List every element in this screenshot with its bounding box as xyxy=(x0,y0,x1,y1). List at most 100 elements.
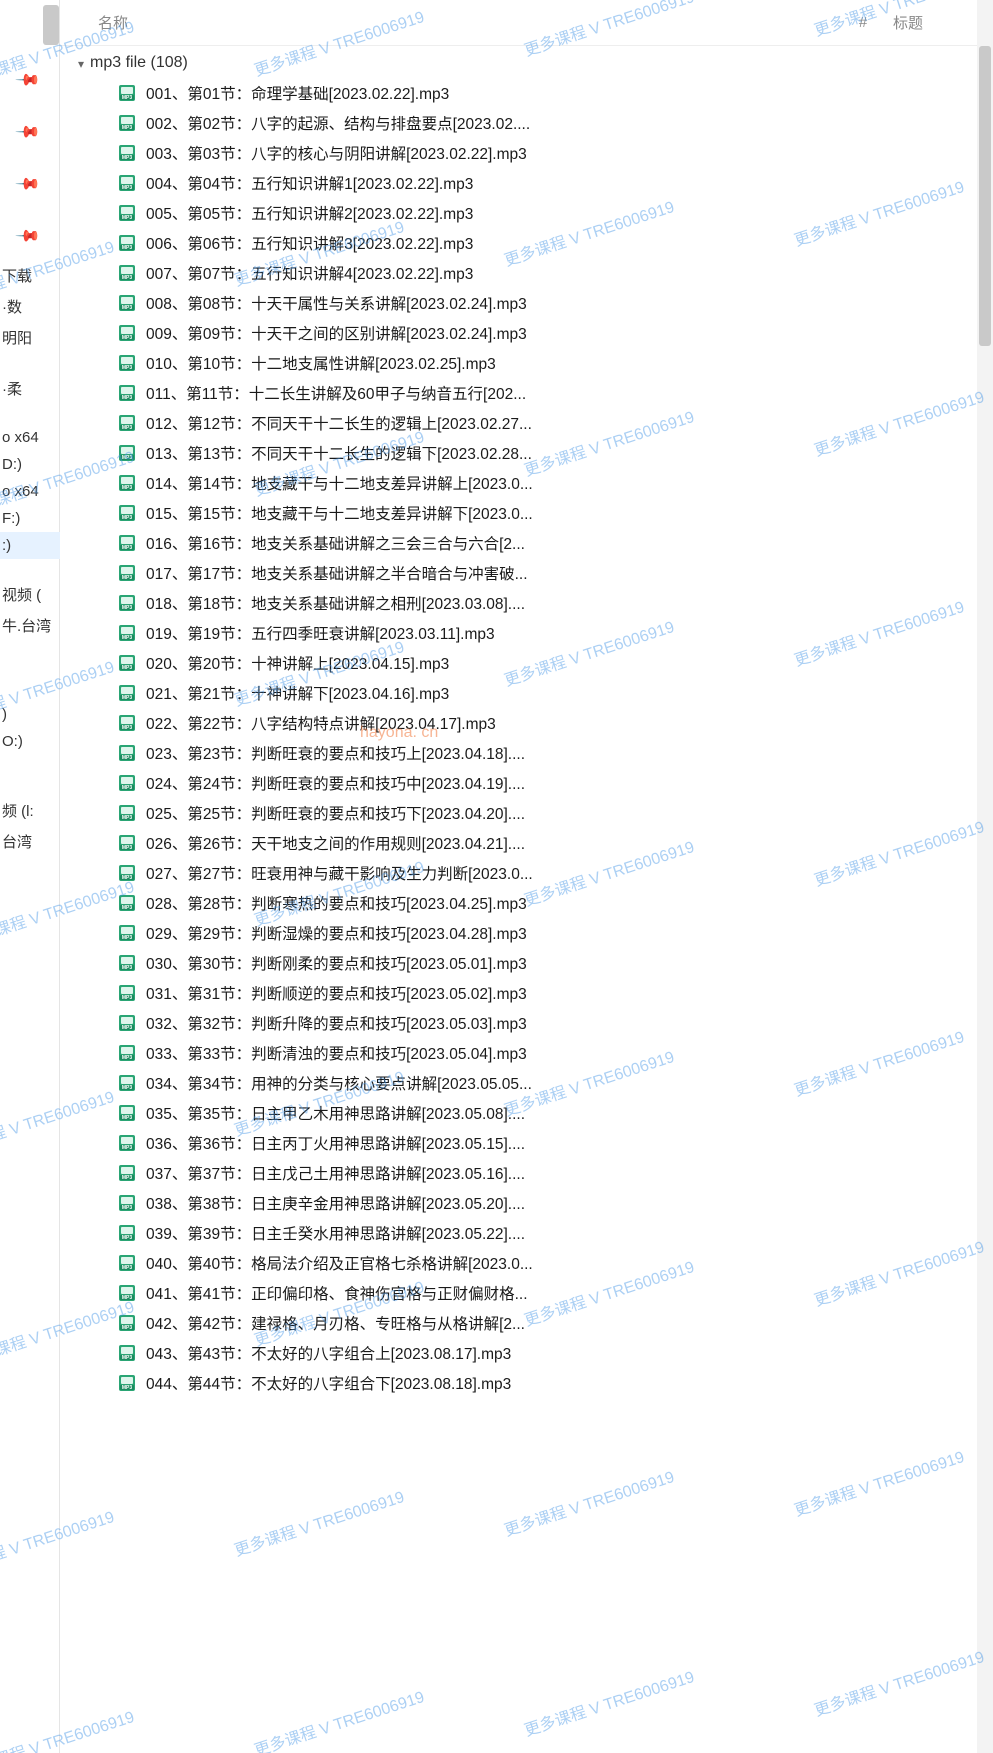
file-row[interactable]: MP3014、第14节：地支藏干与十二地支差异讲解上[2023.0... xyxy=(60,468,993,498)
mp3-file-icon: MP3 xyxy=(118,534,136,552)
file-row[interactable]: MP3019、第19节：五行四季旺衰讲解[2023.03.11].mp3 xyxy=(60,618,993,648)
file-name: 022、第22节：八字结构特点讲解[2023.04.17].mp3 xyxy=(146,712,496,734)
sidebar-item xyxy=(0,641,60,661)
file-row[interactable]: MP3016、第16节：地支关系基础讲解之三会三合与六合[2... xyxy=(60,528,993,558)
sidebar-item[interactable]: ·数 xyxy=(0,291,60,322)
mp3-file-icon: MP3 xyxy=(118,804,136,822)
sidebar-scrollbar-thumb[interactable] xyxy=(43,5,59,45)
file-name: 003、第03节：八字的核心与阴阳讲解[2023.02.22].mp3 xyxy=(146,142,527,164)
sidebar-item[interactable]: F:) xyxy=(0,505,60,532)
file-row[interactable]: MP3042、第42节：建禄格、月刃格、专旺格与从格讲解[2... xyxy=(60,1308,993,1338)
file-row[interactable]: MP3032、第32节：判断升降的要点和技巧[2023.05.03].mp3 xyxy=(60,1008,993,1038)
file-row[interactable]: MP3031、第31节：判断顺逆的要点和技巧[2023.05.02].mp3 xyxy=(60,978,993,1008)
vertical-scrollbar[interactable] xyxy=(977,0,993,1753)
svg-text:MP3: MP3 xyxy=(122,755,133,761)
sidebar-item[interactable]: D:) xyxy=(0,451,60,478)
file-row[interactable]: MP3 038、第38节：日主庚辛金用神思路讲解[2023.05.20].... xyxy=(60,1188,993,1218)
sidebar-item[interactable]: 牛.台湾 xyxy=(0,610,60,641)
scrollbar-thumb[interactable] xyxy=(979,46,991,346)
mp3-file-icon: MP3 xyxy=(118,714,136,732)
file-row[interactable]: MP3 022、第22节：八字结构特点讲解[2023.04.17].mp3 xyxy=(60,708,993,738)
file-row[interactable]: MP3034、第34节：用神的分类与核心要点讲解[2023.05.05... xyxy=(60,1068,993,1098)
svg-text:MP3: MP3 xyxy=(122,215,133,221)
sidebar-item[interactable]: 下载 xyxy=(0,260,60,291)
sidebar-item[interactable]: 视频 ( xyxy=(0,579,60,610)
col-name[interactable]: 名称 xyxy=(98,12,833,33)
mp3-file-icon: MP3 xyxy=(118,1134,136,1152)
sidebar-item[interactable]: O:) xyxy=(0,728,60,755)
file-row[interactable]: MP3012、第12节：不同天干十二长生的逻辑上[2023.02.27... xyxy=(60,408,993,438)
col-hash[interactable]: # xyxy=(833,14,893,31)
mp3-file-icon: MP3 xyxy=(118,894,136,912)
file-row[interactable]: MP3018、第18节：地支关系基础讲解之相刑[2023.03.08].... xyxy=(60,588,993,618)
file-row[interactable]: MP3007、第07节：五行知识讲解4[2023.02.22].mp3 xyxy=(60,258,993,288)
file-row[interactable]: MP3011、第11节：十二长生讲解及60甲子与纳音五行[202... xyxy=(60,378,993,408)
svg-text:MP3: MP3 xyxy=(122,1205,133,1211)
file-row[interactable]: MP3004、第04节：五行知识讲解1[2023.02.22].mp3 xyxy=(60,168,993,198)
sidebar-item[interactable]: 明阳 xyxy=(0,322,60,353)
file-row[interactable]: MP3039、第39节：日主壬癸水用神思路讲解[2023.05.22].... xyxy=(60,1218,993,1248)
file-row[interactable]: MP3041、第41节：正印偏印格、食神伤官格与正财偏财格... xyxy=(60,1278,993,1308)
svg-text:MP3: MP3 xyxy=(122,725,133,731)
file-name: 008、第08节：十天干属性与关系讲解[2023.02.24].mp3 xyxy=(146,292,527,314)
svg-text:MP3: MP3 xyxy=(122,1265,133,1271)
file-row[interactable]: MP3036、第36节：日主丙丁火用神思路讲解[2023.05.15].... xyxy=(60,1128,993,1158)
file-name: 024、第24节：判断旺衰的要点和技巧中[2023.04.19].... xyxy=(146,772,525,794)
file-name: 017、第17节：地支关系基础讲解之半合暗合与冲害破... xyxy=(146,562,528,584)
file-row[interactable]: MP3030、第30节：判断刚柔的要点和技巧[2023.05.01].mp3 xyxy=(60,948,993,978)
mp3-file-icon: MP3 xyxy=(118,234,136,252)
main-panel: 名称 # 标题 ▾ mp3 file (108) MP3001、第01节：命理学… xyxy=(60,0,993,1753)
file-row[interactable]: MP3035、第35节：日主甲乙木用神思路讲解[2023.05.08].... xyxy=(60,1098,993,1128)
sidebar-item[interactable]: 台湾 xyxy=(0,826,60,857)
file-row[interactable]: MP3027、第27节：旺衰用神与藏干影响及生力判断[2023.0... xyxy=(60,858,993,888)
sidebar-item[interactable]: :) xyxy=(0,532,60,559)
file-name: 044、第44节：不太好的八字组合下[2023.08.18].mp3 xyxy=(146,1372,511,1394)
folder-row[interactable]: ▾ mp3 file (108) xyxy=(60,50,993,78)
file-row[interactable]: MP3017、第17节：地支关系基础讲解之半合暗合与冲害破... xyxy=(60,558,993,588)
file-row[interactable]: MP3001、第01节：命理学基础[2023.02.22].mp3 xyxy=(60,78,993,108)
chevron-down-icon[interactable]: ▾ xyxy=(78,57,84,71)
file-row[interactable]: MP3020、第20节：十神讲解上[2023.04.15].mp3 xyxy=(60,648,993,678)
file-row[interactable]: MP3015、第15节：地支藏干与十二地支差异讲解下[2023.0... xyxy=(60,498,993,528)
file-row[interactable]: MP3003、第03节：八字的核心与阴阳讲解[2023.02.22].mp3 xyxy=(60,138,993,168)
file-row[interactable]: MP3006、第06节：五行知识讲解3[2023.02.22].mp3 xyxy=(60,228,993,258)
sidebar-tree-fragments: 下载·数明阳·柔o x64D:)o x64F:):)视频 (牛.台湾)O:)频 … xyxy=(0,260,60,857)
file-name: 026、第26节：天干地支之间的作用规则[2023.04.21].... xyxy=(146,832,525,854)
mp3-file-icon: MP3 xyxy=(118,84,136,102)
file-row[interactable]: MP3028、第28节：判断寒热的要点和技巧[2023.04.25].mp3 xyxy=(60,888,993,918)
svg-text:MP3: MP3 xyxy=(122,1175,133,1181)
file-row[interactable]: MP3029、第29节：判断湿燥的要点和技巧[2023.04.28].mp3 xyxy=(60,918,993,948)
file-row[interactable]: MP3002、第02节：八字的起源、结构与排盘要点[2023.02.... xyxy=(60,108,993,138)
file-row[interactable]: MP3021、第21节：十神讲解下[2023.04.16].mp3 xyxy=(60,678,993,708)
sidebar-item[interactable]: ·柔 xyxy=(0,373,60,404)
sidebar-item xyxy=(0,775,60,795)
file-row[interactable]: MP3010、第10节：十二地支属性讲解[2023.02.25].mp3 xyxy=(60,348,993,378)
file-row[interactable]: MP3037、第37节：日主戊己土用神思路讲解[2023.05.16].... xyxy=(60,1158,993,1188)
file-name: 038、第38节：日主庚辛金用神思路讲解[2023.05.20].... xyxy=(146,1192,525,1214)
file-row[interactable]: MP3025、第25节：判断旺衰的要点和技巧下[2023.04.20].... xyxy=(60,798,993,828)
mp3-file-icon: MP3 xyxy=(118,414,136,432)
file-row[interactable]: MP3024、第24节：判断旺衰的要点和技巧中[2023.04.19].... xyxy=(60,768,993,798)
sidebar-item[interactable]: 频 (l: xyxy=(0,795,60,826)
file-row[interactable]: MP3008、第08节：十天干属性与关系讲解[2023.02.24].mp3 xyxy=(60,288,993,318)
file-row[interactable]: MP3043、第43节：不太好的八字组合上[2023.08.17].mp3 xyxy=(60,1338,993,1368)
file-row[interactable]: MP3013、第13节：不同天干十二长生的逻辑下[2023.02.28... xyxy=(60,438,993,468)
file-row[interactable]: MP3033、第33节：判断清浊的要点和技巧[2023.05.04].mp3 xyxy=(60,1038,993,1068)
pin-icon: 📌 xyxy=(14,222,42,250)
file-row[interactable]: MP3005、第05节：五行知识讲解2[2023.02.22].mp3 xyxy=(60,198,993,228)
svg-text:MP3: MP3 xyxy=(122,275,133,281)
col-title[interactable]: 标题 xyxy=(893,12,973,33)
file-name: 009、第09节：十天干之间的区别讲解[2023.02.24].mp3 xyxy=(146,322,527,344)
svg-text:MP3: MP3 xyxy=(122,1325,133,1331)
mp3-file-icon: MP3 xyxy=(118,114,136,132)
sidebar-item[interactable]: ) xyxy=(0,701,60,728)
sidebar-item[interactable]: o x64 xyxy=(0,478,60,505)
file-name: 027、第27节：旺衰用神与藏干影响及生力判断[2023.0... xyxy=(146,862,533,884)
file-row[interactable]: MP3026、第26节：天干地支之间的作用规则[2023.04.21].... xyxy=(60,828,993,858)
file-row[interactable]: MP3040、第40节：格局法介绍及正官格七杀格讲解[2023.0... xyxy=(60,1248,993,1278)
sidebar-item xyxy=(0,559,60,579)
file-row[interactable]: MP3023、第23节：判断旺衰的要点和技巧上[2023.04.18].... xyxy=(60,738,993,768)
file-row[interactable]: MP3044、第44节：不太好的八字组合下[2023.08.18].mp3 xyxy=(60,1368,993,1398)
file-row[interactable]: MP3009、第09节：十天干之间的区别讲解[2023.02.24].mp3 xyxy=(60,318,993,348)
sidebar-item[interactable]: o x64 xyxy=(0,424,60,451)
